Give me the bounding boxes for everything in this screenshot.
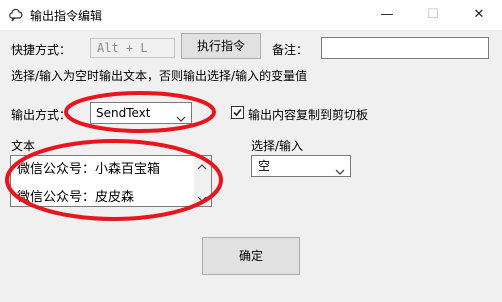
hotkey-field[interactable]: Alt + L xyxy=(90,38,175,58)
checkmark-icon xyxy=(233,108,242,117)
choice-select[interactable]: 空 xyxy=(251,155,351,177)
scroll-up-icon[interactable] xyxy=(197,160,207,174)
copy-to-clipboard-checkbox[interactable] xyxy=(231,106,244,119)
close-button[interactable]: ✕ xyxy=(456,0,502,30)
output-mode-select[interactable]: SendText xyxy=(90,102,192,124)
scroll-down-icon[interactable] xyxy=(197,192,207,206)
minimize-button[interactable]: — xyxy=(364,0,410,30)
output-mode-value: SendText xyxy=(96,106,151,120)
note-label: 备注： xyxy=(272,43,309,57)
title-bar: 输出指令编辑 — ☐ ✕ xyxy=(0,0,502,30)
hotkey-label: 快捷方式： xyxy=(11,43,72,57)
choice-value: 空 xyxy=(258,159,271,173)
text-label: 文本 xyxy=(11,139,36,153)
ok-button[interactable]: 确定 xyxy=(202,237,300,275)
app-icon xyxy=(8,6,24,25)
text-scrollbar[interactable] xyxy=(194,156,211,206)
maximize-button[interactable]: ☐ xyxy=(410,0,456,30)
copy-to-clipboard-label: 输出内容复制到剪切板 xyxy=(248,108,369,122)
choice-label: 选择/输入 xyxy=(251,139,304,153)
hint-text: 选择/输入为空时输出文本，否则输出选择/输入的变量值 xyxy=(11,69,308,83)
window-title: 输出指令编辑 xyxy=(30,9,103,23)
note-input[interactable] xyxy=(321,37,489,59)
chevron-down-icon xyxy=(176,109,186,129)
text-line: 微信公众号：小森百宝箱 xyxy=(17,162,161,177)
text-input[interactable]: 微信公众号：小森百宝箱 微信公众号：皮皮森 xyxy=(10,155,212,207)
output-mode-label: 输出方式： xyxy=(11,108,72,122)
chevron-down-icon xyxy=(335,162,345,182)
text-line: 微信公众号：皮皮森 xyxy=(17,190,135,205)
execute-command-button[interactable]: 执行指令 xyxy=(181,33,261,59)
